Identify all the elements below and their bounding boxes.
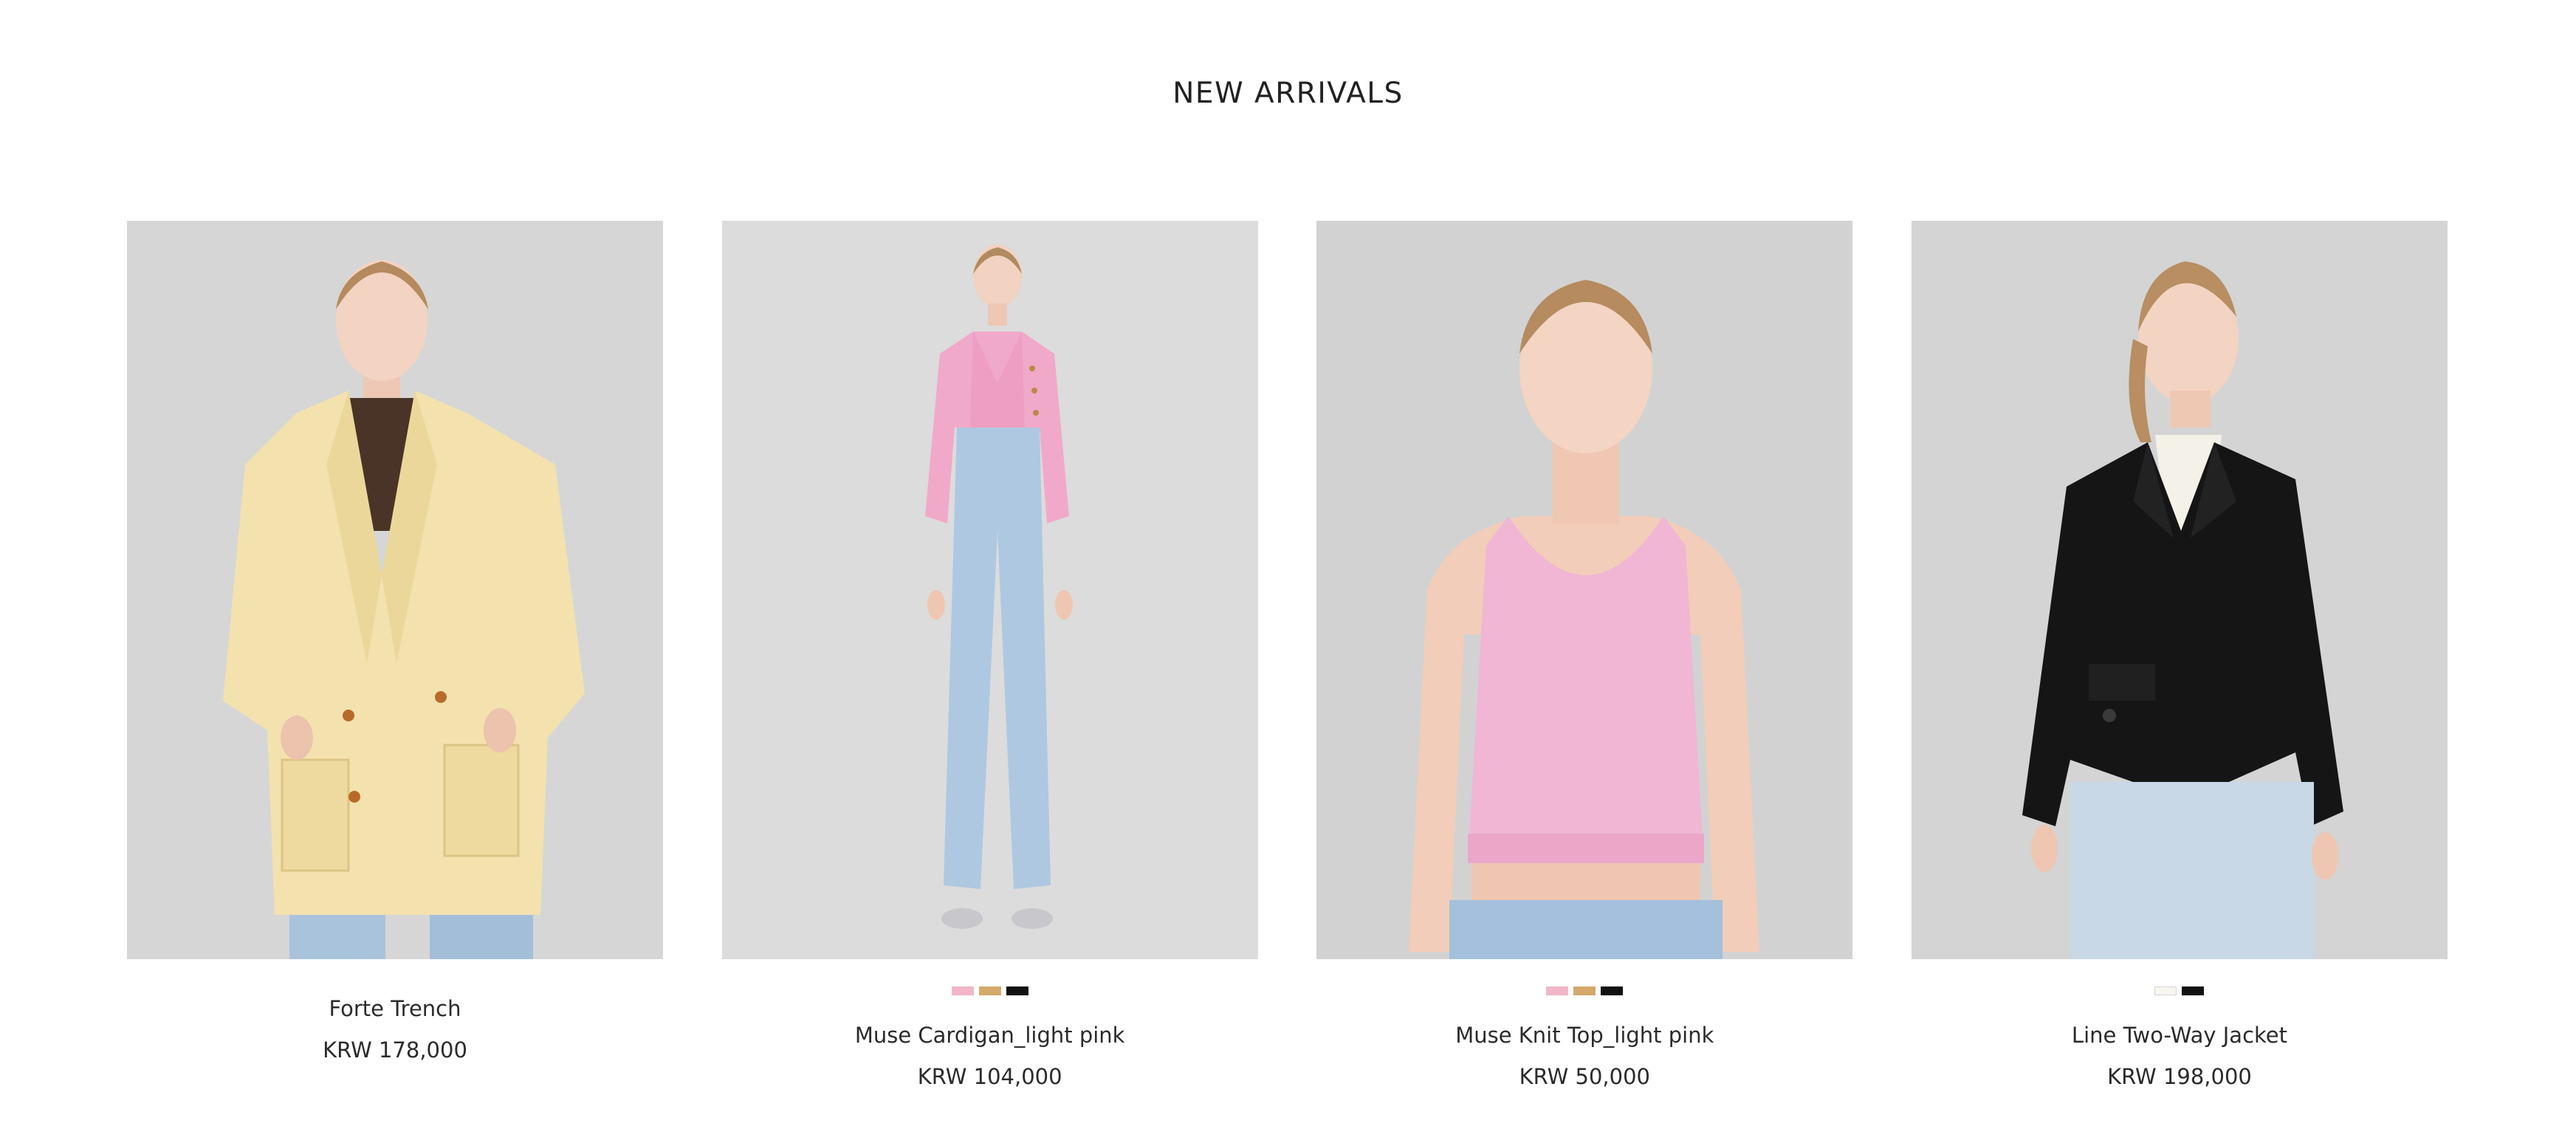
color-swatches: [722, 986, 1258, 997]
product-card-muse-knit-top[interactable]: Muse Knit Top_light pink KRW 50,000: [1316, 221, 1853, 1089]
product-image[interactable]: [1316, 221, 1853, 959]
product-price: KRW 178,000: [323, 1037, 467, 1063]
product-card-muse-cardigan[interactable]: Muse Cardigan_light pink KRW 104,000: [721, 221, 1258, 1089]
product-price: KRW 104,000: [917, 1064, 1062, 1089]
product-name[interactable]: Forte Trench: [127, 996, 663, 1021]
product-card-line-two-way-jacket[interactable]: Line Two-Way Jacket KRW 198,000: [1911, 221, 2448, 1089]
color-swatches: [1316, 986, 1852, 997]
product-image[interactable]: [127, 221, 663, 959]
color-swatch-ivory[interactable]: [2154, 986, 2177, 995]
color-swatch-beige[interactable]: [1573, 986, 1596, 995]
color-swatch-beige[interactable]: [978, 986, 1001, 995]
color-swatch-black[interactable]: [2182, 986, 2205, 995]
product-card-forte-trench[interactable]: Forte Trench KRW 178,000: [127, 221, 663, 1089]
color-swatch-black[interactable]: [1601, 986, 1624, 995]
product-price: KRW 198,000: [2107, 1064, 2252, 1089]
color-swatch-black[interactable]: [1006, 986, 1028, 995]
product-price: KRW 50,000: [1519, 1064, 1650, 1089]
product-name[interactable]: Muse Cardigan_light pink: [722, 1023, 1258, 1048]
section-title: NEW ARRIVALS: [1172, 77, 1404, 110]
product-image[interactable]: [721, 221, 1258, 959]
product-image[interactable]: [1911, 221, 2448, 959]
product-name[interactable]: Muse Knit Top_light pink: [1316, 1023, 1852, 1048]
color-swatch-pink[interactable]: [1546, 986, 1569, 995]
color-swatch-pink[interactable]: [951, 986, 974, 995]
product-grid: Forte Trench KRW 178,000 Muse Cardigan_l…: [127, 221, 2448, 1089]
product-name[interactable]: Line Two-Way Jacket: [1912, 1023, 2448, 1048]
color-swatches: [1912, 986, 2448, 997]
